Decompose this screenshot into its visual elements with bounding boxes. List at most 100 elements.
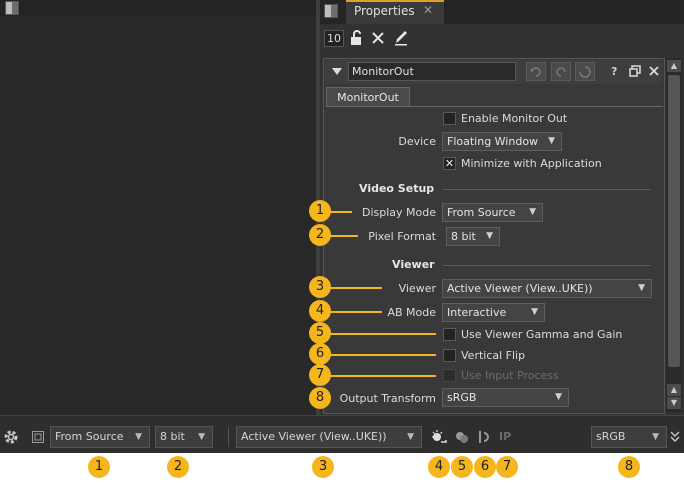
lock-icon[interactable]	[350, 30, 364, 46]
tab-monitorout[interactable]: MonitorOut	[326, 87, 410, 107]
display-mode-dropdown[interactable]: From Source ▼	[442, 203, 543, 222]
callout-badge-1: 1	[88, 456, 110, 478]
node-name-field[interactable]: MonitorOut	[348, 62, 516, 81]
callout-badge-2: 2	[309, 224, 331, 246]
pane-menu-icon[interactable]	[324, 4, 338, 18]
device-dropdown[interactable]: Floating Window ▼	[442, 132, 562, 151]
chevron-down-icon: ▼	[548, 136, 555, 146]
chevron-down-icon: ▼	[486, 231, 493, 241]
chevron-down-icon: ▼	[652, 432, 659, 442]
pixel-format-value: 8 bit	[451, 230, 476, 243]
video-setup-heading: Video Setup	[359, 182, 435, 195]
close-icon[interactable]: ✕	[423, 3, 433, 17]
viewer-tab-bar	[0, 0, 316, 16]
callout-badge-7: 7	[496, 456, 518, 478]
tab-properties-label: Properties	[354, 4, 415, 18]
callout-badge-4: 4	[309, 300, 331, 322]
scroll-down-icon[interactable]: ▼	[667, 397, 681, 409]
enable-monitor-out-label: Enable Monitor Out	[461, 112, 568, 125]
chevron-down-icon: ▼	[135, 432, 142, 442]
minimize-with-application-checkbox[interactable]: ✕	[443, 157, 456, 170]
toolbar-viewer-dropdown[interactable]: Active Viewer (View..UKE)) ▼	[236, 426, 422, 448]
output-transform-dropdown[interactable]: sRGB ▼	[442, 388, 569, 407]
toolbar-output-transform-dropdown[interactable]: sRGB ▼	[591, 426, 667, 448]
ab-mode-icon[interactable]	[430, 428, 448, 446]
max-panels-field[interactable]: 10	[324, 30, 344, 47]
scroll-up-icon[interactable]: ▲	[667, 384, 681, 396]
use-input-process-checkbox[interactable]	[443, 369, 456, 382]
viewer-dropdown[interactable]: Active Viewer (View..UKE)) ▼	[442, 279, 652, 298]
callout-badge-3: 3	[309, 276, 331, 298]
enable-monitor-out-checkbox[interactable]	[443, 112, 456, 125]
chevron-down-icon: ▼	[529, 207, 536, 217]
ab-mode-value: Interactive	[447, 306, 507, 319]
redo-button[interactable]	[551, 62, 571, 81]
section-divider	[443, 265, 651, 266]
callout-line	[330, 211, 352, 213]
output-transform-value: sRGB	[447, 391, 477, 404]
use-viewer-gamma-gain-checkbox[interactable]	[443, 328, 456, 341]
gear-icon[interactable]	[3, 429, 19, 445]
toolbar-overflow-icon[interactable]	[670, 430, 680, 444]
scroll-thumb[interactable]	[668, 75, 680, 367]
callout-badge-4: 4	[428, 456, 450, 478]
callout-badge-8: 8	[309, 387, 331, 409]
float-panel-icon[interactable]	[629, 65, 641, 77]
revert-button[interactable]	[575, 62, 595, 81]
vertical-flip-icon[interactable]	[476, 430, 490, 444]
help-button[interactable]: ?	[611, 65, 617, 78]
scroll-up-icon[interactable]: ▲	[667, 60, 681, 72]
close-panel-icon[interactable]	[648, 65, 660, 77]
callout-line	[330, 354, 436, 356]
callout-badge-6: 6	[309, 343, 331, 365]
chevron-down-icon: ▼	[198, 432, 205, 442]
callout-badge-5: 5	[309, 322, 331, 344]
section-divider	[443, 189, 651, 190]
display-mode-value: From Source	[447, 206, 516, 219]
callout-badge-1: 1	[309, 200, 331, 222]
callout-line	[330, 235, 358, 237]
device-label: Device	[398, 135, 436, 148]
callout-line	[330, 333, 436, 335]
viewer-value: Active Viewer (View..UKE))	[447, 282, 593, 295]
ab-mode-dropdown[interactable]: Interactive ▼	[442, 303, 545, 322]
use-input-process-label: Use Input Process	[461, 369, 559, 382]
callout-badge-5: 5	[451, 456, 473, 478]
device-value: Floating Window	[447, 135, 539, 148]
pixel-format-dropdown[interactable]: 8 bit ▼	[446, 227, 500, 246]
tab-body	[326, 106, 663, 412]
callout-badge-6: 6	[474, 456, 496, 478]
callout-badge-2: 2	[167, 456, 189, 478]
toolbar-viewer-value: Active Viewer (View..UKE))	[241, 430, 387, 443]
callout-line	[330, 287, 382, 289]
use-viewer-gamma-gain-label: Use Viewer Gamma and Gain	[461, 328, 623, 341]
callout-badge-3: 3	[312, 456, 334, 478]
output-transform-label: Output Transform	[339, 392, 436, 405]
viewer-heading: Viewer	[392, 258, 435, 271]
monitor-out-toggle-icon[interactable]	[32, 431, 44, 443]
collapse-triangle-icon[interactable]	[331, 65, 343, 77]
callout-line	[330, 311, 382, 313]
chevron-down-icon: ▼	[555, 392, 562, 402]
undo-button[interactable]	[526, 62, 546, 81]
toolbar-pixel-format-dropdown[interactable]: 8 bit ▼	[155, 426, 213, 448]
clear-panels-icon[interactable]	[371, 31, 385, 45]
toolbar-display-mode-value: From Source	[55, 430, 124, 443]
callout-badge-8: 8	[618, 456, 640, 478]
toolbar-separator	[228, 427, 229, 447]
toolbar-display-mode-dropdown[interactable]: From Source ▼	[50, 426, 150, 448]
chevron-down-icon: ▼	[638, 283, 645, 293]
chevron-down-icon: ▼	[407, 432, 414, 442]
toolbar-output-transform-value: sRGB	[596, 430, 626, 443]
toolbar-pixel-format-value: 8 bit	[160, 430, 185, 443]
gamma-gain-icon[interactable]	[454, 430, 470, 444]
pane-menu-icon[interactable]	[5, 1, 19, 15]
input-process-icon[interactable]: IP	[499, 430, 511, 443]
chevron-down-icon: ▼	[531, 307, 538, 317]
callout-badge-7: 7	[309, 364, 331, 386]
vertical-flip-label: Vertical Flip	[461, 349, 526, 362]
callout-line	[330, 375, 436, 377]
display-mode-label: Display Mode	[361, 206, 436, 219]
pencil-icon[interactable]	[393, 29, 409, 46]
vertical-flip-checkbox[interactable]	[443, 349, 456, 362]
